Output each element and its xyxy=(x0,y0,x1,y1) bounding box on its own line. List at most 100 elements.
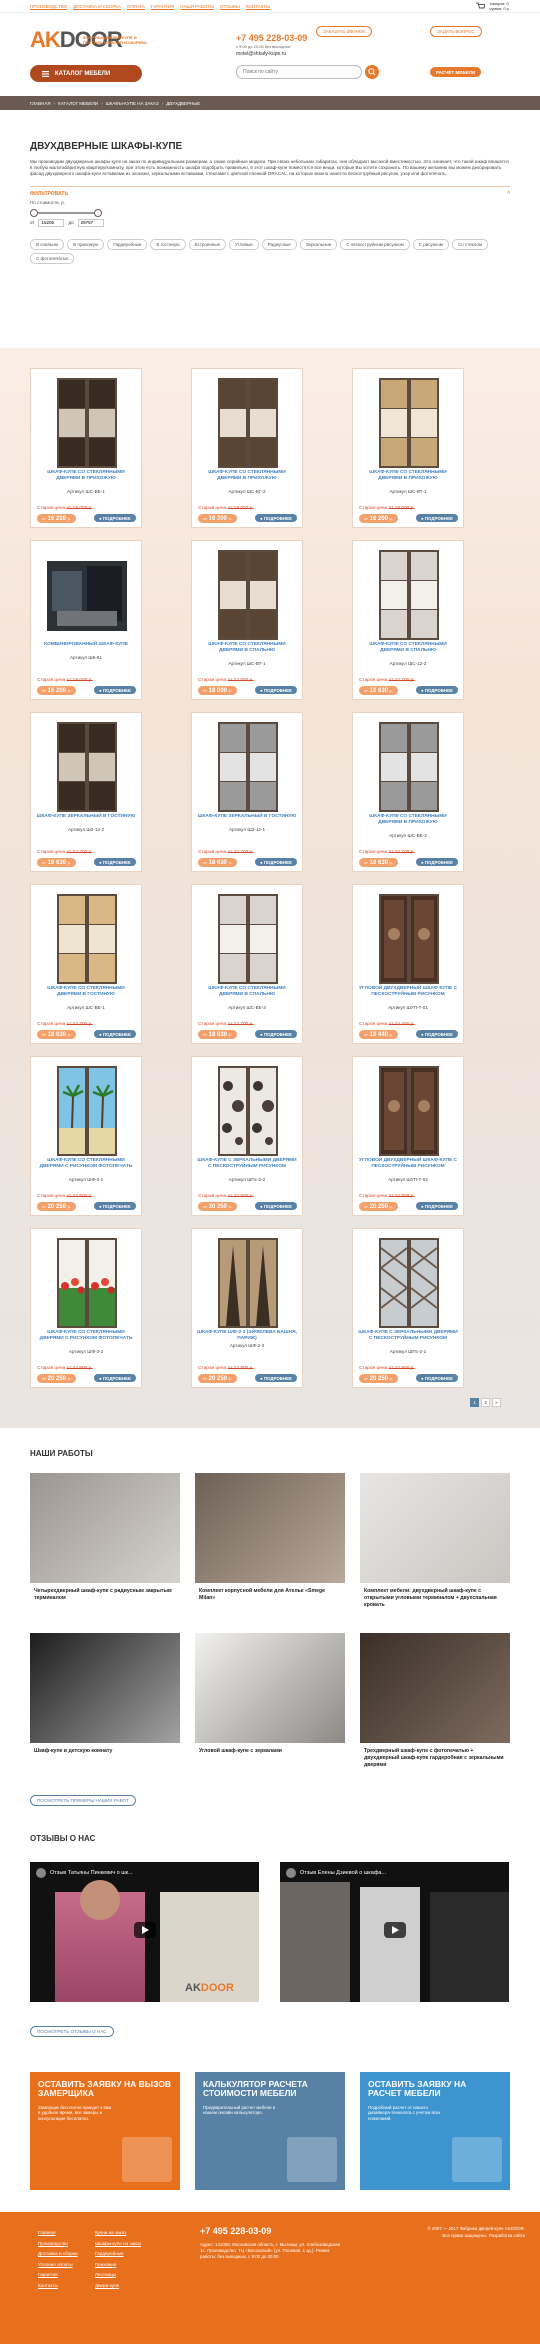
details-button[interactable]: ● ПОДРОБНЕЕ xyxy=(94,858,136,866)
product-name[interactable]: УГЛОВОЙ ДВУХДВЕРНЫЙ ШКАФ-КУПЕ С ПЕСКОСТР… xyxy=(357,986,459,998)
top-link[interactable]: ГАРАНТИЯ xyxy=(151,4,174,9)
product-card[interactable]: ШКАФ-КУПЕ СО СТЕКЛЯННЫМИ ДВЕРЯМИ В ПРИХО… xyxy=(30,368,142,528)
works-more-button[interactable]: ПОСМОТРЕТЬ ПРИМЕРЫ НАШИХ РАБОТ xyxy=(30,1795,136,1806)
filter-tag[interactable]: Со стеклом xyxy=(451,238,488,250)
product-image[interactable] xyxy=(218,378,278,468)
promo-title[interactable]: ОСТАВИТЬ ЗАЯВКУ НА РАСЧЕТ МЕБЕЛИ xyxy=(368,2079,502,2099)
filter-tag[interactable]: Угловые xyxy=(229,238,259,250)
product-image[interactable] xyxy=(57,378,117,468)
product-card[interactable]: ШКАФ-КУПЕ СО СТЕКЛЯННЫМИ ДВЕРЯМИ С РИСУН… xyxy=(30,1056,142,1216)
reviews-more-button[interactable]: ПОСМОТРЕТЬ ОТЗЫВЫ О НАС xyxy=(30,2026,114,2037)
product-name[interactable]: ШКАФ-КУПЕ ЗЕРКАЛЬНЫЙ В ГОСТИНУЮ xyxy=(35,814,137,820)
footer-link[interactable]: Контакты xyxy=(38,2283,78,2288)
footer-link[interactable]: Гарантия xyxy=(38,2272,78,2277)
footer-link[interactable]: Двери-купе xyxy=(95,2283,141,2288)
price-slider[interactable] xyxy=(30,208,102,217)
footer-link[interactable]: Производство xyxy=(38,2241,78,2246)
work-photo[interactable] xyxy=(195,1473,345,1583)
product-name[interactable]: ШКАФ-КУПЕ СО СТЕКЛЯННЫМИ ДВЕРЯМИ В ПРИХО… xyxy=(357,470,459,482)
ask-question-button[interactable]: ЗАДАТЬ ВОПРОС xyxy=(430,26,482,37)
product-name[interactable]: ШКАФ-КУПЕ СО СТЕКЛЯННЫМИ ДВЕРЯМИ С РИСУН… xyxy=(35,1158,137,1170)
product-name[interactable]: ШКАФ-КУПЕ С ЗЕРКАЛЬНЫМИ ДВЕРЯМИ С ПЕСКОС… xyxy=(357,1330,459,1342)
filter-tag[interactable]: С фотопечатью xyxy=(30,252,75,264)
top-link[interactable]: ОТЗЫВЫ xyxy=(220,4,240,9)
product-card[interactable]: ШКАФ-КУПЕ СО СТЕКЛЯННЫМИ ДВЕРЯМИ С РИСУН… xyxy=(30,1228,142,1388)
promo-title[interactable]: КАЛЬКУЛЯТОР РАСЧЕТА СТОИМОСТИ МЕБЕЛИ xyxy=(203,2079,337,2099)
product-card[interactable]: УГЛОВОЙ ДВУХДВЕРНЫЙ ШКАФ-КУПЕ С ПЕСКОСТР… xyxy=(352,884,464,1044)
work-photo[interactable] xyxy=(360,1633,510,1743)
product-name[interactable]: ШКАФ-КУПЕ ШФ-2-3 (ЭЙФЕЛЕВА БАШНЯ, ПАРИЖ) xyxy=(196,1330,298,1342)
work-item[interactable]: Комплект мебели: двухдверный шкаф-купе с… xyxy=(360,1473,510,1619)
work-caption[interactable]: Четырехдверный шкаф-купе с радиусным зак… xyxy=(30,1583,180,1602)
header-phone[interactable]: +7 495 228-03-09 xyxy=(236,33,307,43)
work-photo[interactable] xyxy=(360,1473,510,1583)
product-card[interactable]: ШКАФ-КУПЕ СО СТЕКЛЯННЫМИ ДВЕРЯМИ В ПРИХО… xyxy=(352,368,464,528)
details-button[interactable]: ● ПОДРОБНЕЕ xyxy=(416,1202,458,1210)
footer-link[interactable]: Главная xyxy=(38,2230,78,2235)
product-image[interactable] xyxy=(218,1066,278,1156)
filter-tag[interactable]: Зеркальные xyxy=(299,238,338,250)
details-button[interactable]: ● ПОДРОБНЕЕ xyxy=(94,514,136,522)
footer-link[interactable]: Гардеробные xyxy=(95,2251,141,2256)
filter-tag[interactable]: С пескоструйным рисунком xyxy=(340,238,410,250)
filter-tag[interactable]: В спальню xyxy=(30,238,65,250)
product-name[interactable]: ШКАФ-КУПЕ СО СТЕКЛЯННЫМИ ДВЕРЯМИ В ПРИХО… xyxy=(196,470,298,482)
calc-button[interactable]: РАСЧЁТ МЕБЕЛИ xyxy=(430,67,482,77)
product-image[interactable] xyxy=(218,550,278,640)
crumb[interactable]: ШКАФЫ-КУПЕ НА ЗАКАЗ xyxy=(106,101,159,106)
review-video[interactable]: Отзыв Елены Дзиевой о шкафа... xyxy=(280,1862,509,2002)
header-email[interactable]: motel@shkafy-kupe.ru xyxy=(236,51,286,57)
product-name[interactable]: ШКАФ-КУПЕ СО СТЕКЛЯННЫМИ ДВЕРЯМИ В ГОСТИ… xyxy=(35,986,137,998)
work-item[interactable]: Шкаф-купе в детскую комнату xyxy=(30,1633,180,1779)
product-card[interactable]: ШКАФ-КУПЕ СО СТЕКЛЯННЫМИ ДВЕРЯМИ В ПРИХО… xyxy=(191,368,303,528)
work-caption[interactable]: Трехдверный шкаф-купе с фотопечатью + дв… xyxy=(360,1743,510,1768)
product-name[interactable]: ШКАФ-КУПЕ СО СТЕКЛЯННЫМИ ДВЕРЯМИ С РИСУН… xyxy=(35,1330,137,1342)
product-image[interactable] xyxy=(57,1238,117,1328)
product-name[interactable]: ШКАФ-КУПЕ СО СТЕКЛЯННЫМИ ДВЕРЯМИ В СПАЛЬ… xyxy=(196,986,298,998)
product-image[interactable] xyxy=(379,378,439,468)
filter-toggle[interactable]: ФИЛЬТРОВАТЬ ^ xyxy=(30,185,510,197)
product-image[interactable] xyxy=(379,894,439,984)
product-image[interactable] xyxy=(379,1066,439,1156)
work-caption[interactable]: Угловой шкаф-купе с зеркалами xyxy=(195,1743,345,1755)
product-card[interactable]: ШКАФ-КУПЕ ШФ-2-3 (ЭЙФЕЛЕВА БАШНЯ, ПАРИЖ)… xyxy=(191,1228,303,1388)
work-item[interactable]: Угловой шкаф-купе с зеркалами xyxy=(195,1633,345,1779)
filter-tag[interactable]: Радиусные xyxy=(261,238,297,250)
work-caption[interactable]: Шкаф-купе в детскую комнату xyxy=(30,1743,180,1755)
details-button[interactable]: ● ПОДРОБНЕЕ xyxy=(416,686,458,694)
page-2[interactable]: 2 xyxy=(481,1398,490,1407)
details-button[interactable]: ● ПОДРОБНЕЕ xyxy=(94,1202,136,1210)
callback-button[interactable]: ЗАКАЗАТЬ ЗВОНОК xyxy=(316,26,373,37)
top-link[interactable]: ПРОИЗВОДСТВО xyxy=(30,4,67,9)
product-card[interactable]: ШКАФ-КУПЕ СО СТЕКЛЯННЫМИ ДВЕРЯМИ В ГОСТИ… xyxy=(30,884,142,1044)
filter-tag[interactable]: Встроенные xyxy=(188,238,227,250)
product-card[interactable]: КОМБИНИРОВАННЫЙ ШКАФ-КУПЕ Артикул ШК-К1 Ст… xyxy=(30,540,142,700)
product-image[interactable] xyxy=(379,1238,439,1328)
product-image[interactable] xyxy=(57,894,117,984)
product-name[interactable]: ШКАФ-КУПЕ ЗЕРКАЛЬНЫЙ В ГОСТИНУЮ xyxy=(196,814,298,820)
slider-max-handle[interactable] xyxy=(94,208,102,217)
footer-link[interactable]: Кухни на заказ xyxy=(95,2230,141,2235)
product-name[interactable]: ШКАФ-КУПЕ СО СТЕКЛЯННЫМИ ДВЕРЯМИ В СПАЛЬ… xyxy=(196,642,298,654)
crumb[interactable]: КАТАЛОГ МЕБЕЛИ xyxy=(58,101,98,106)
product-image[interactable] xyxy=(218,722,278,812)
price-from-input[interactable] xyxy=(38,218,65,227)
filter-tag[interactable]: В гостиную xyxy=(150,238,186,250)
footer-link[interactable]: Шкафы-купе на заказ xyxy=(95,2241,141,2246)
details-button[interactable]: ● ПОДРОБНЕЕ xyxy=(255,514,297,522)
top-link[interactable]: НАШИ РАБОТЫ xyxy=(180,4,214,9)
work-item[interactable]: Трехдверный шкаф-купе с фотопечатью + дв… xyxy=(360,1633,510,1779)
cart[interactable]: товаров: 0 сумма: 0 р. xyxy=(476,1,510,11)
work-photo[interactable] xyxy=(195,1633,345,1743)
work-caption[interactable]: Комплект корпусной мебели для Ателье «Sm… xyxy=(195,1583,345,1602)
product-card[interactable]: ШКАФ-КУПЕ СО СТЕКЛЯННЫМИ ДВЕРЯМИ В СПАЛЬ… xyxy=(191,884,303,1044)
footer-link[interactable]: Прихожие xyxy=(95,2262,141,2267)
promo-title[interactable]: ОСТАВИТЬ ЗАЯВКУ НА ВЫЗОВ ЗАМЕРЩИКА xyxy=(38,2079,172,2099)
product-name[interactable]: УГЛОВОЙ ДВУХДВЕРНЫЙ ШКАФ-КУПЕ С ПЕСКОСТР… xyxy=(357,1158,459,1170)
top-link[interactable]: ОПЛАТА xyxy=(127,4,145,9)
footer-link[interactable]: Доставка и сборка xyxy=(38,2251,78,2256)
product-name[interactable]: КОМБИНИРОВАННЫЙ ШКАФ-КУПЕ xyxy=(35,642,137,648)
details-button[interactable]: ● ПОДРОБНЕЕ xyxy=(416,1030,458,1038)
promo-banner[interactable]: ОСТАВИТЬ ЗАЯВКУ НА РАСЧЕТ МЕБЕЛИ Подробны… xyxy=(360,2072,510,2190)
crumb[interactable]: ГЛАВНАЯ xyxy=(30,101,51,106)
